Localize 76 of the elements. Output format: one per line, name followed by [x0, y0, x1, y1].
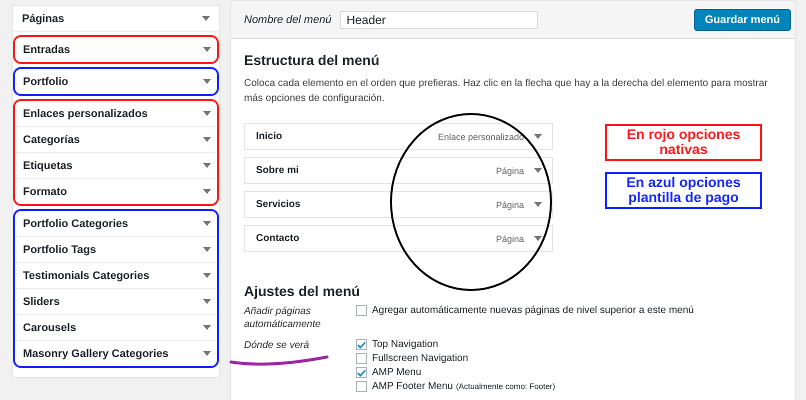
menu-item[interactable]: Contacto Página	[244, 225, 553, 252]
accordion-section[interactable]: Entradas	[15, 37, 217, 62]
setting-label: Añadir páginas automáticamente	[244, 305, 322, 331]
accordion-section[interactable]: Portfolio	[15, 69, 217, 94]
checkbox[interactable]	[356, 381, 367, 392]
section-label: Enlaces personalizados	[23, 108, 149, 120]
caret-icon	[203, 189, 211, 194]
option-label: Fullscreen Navigation	[372, 353, 468, 364]
option-label: Agregar automáticamente nuevas páginas de nivel superior a este menú	[372, 305, 694, 316]
menu-item-type: Enlace personalizado	[438, 132, 524, 142]
menu-item-title: Servicios	[256, 199, 302, 210]
section-label: Carousels	[23, 322, 78, 334]
checkbox[interactable]	[356, 305, 367, 316]
caret-icon[interactable]	[534, 236, 542, 241]
save-menu-button[interactable]: Guardar menú	[694, 8, 791, 30]
section-label: Etiquetas	[23, 160, 74, 172]
caret-icon	[203, 351, 211, 356]
menu-item[interactable]: Servicios Página	[244, 191, 553, 218]
accordion-section[interactable]: Portfolio Tags	[15, 237, 217, 263]
caret-icon	[203, 163, 211, 168]
menu-name-label: Nombre del menú	[244, 14, 332, 26]
caret-icon	[203, 47, 211, 52]
accordion-section[interactable]: Formato	[15, 179, 217, 204]
accordion-section[interactable]: Páginas	[13, 6, 219, 32]
caret-icon[interactable]	[534, 202, 542, 207]
caret-icon	[203, 325, 211, 330]
annotation-label: En rojo opciones nativas	[605, 124, 762, 161]
caret-icon	[203, 221, 211, 226]
section-label: Testimonials Categories	[23, 270, 150, 282]
annotation-label: En azul opciones plantilla de pago	[605, 172, 762, 209]
menu-item-type: Página	[496, 234, 524, 244]
accordion-section[interactable]: Portfolio Categories	[15, 211, 217, 237]
caret-icon	[203, 137, 211, 142]
checkbox[interactable]	[356, 353, 367, 364]
section-label: Portfolio Categories	[23, 218, 130, 230]
accordion-section[interactable]: Masonry Gallery Categories	[15, 341, 217, 366]
option-note: (Actualmente como: Footer)	[456, 382, 556, 391]
menu-item-type: Página	[496, 166, 524, 176]
section-description: Coloca cada elemento en el orden que prefieras. Haz clic en la flecha que hay a la derecha del elemento para mostrar más opciones de configuración.	[244, 77, 769, 106]
section-label: Portfolio	[23, 76, 70, 88]
caret-icon[interactable]	[534, 168, 542, 173]
setting-label: Dónde se verá	[244, 339, 310, 352]
caret-icon[interactable]	[534, 134, 542, 139]
menu-item-title: Contacto	[256, 233, 300, 244]
caret-icon	[203, 299, 211, 304]
accordion-section[interactable]: Carousels	[15, 315, 217, 341]
menu-name-field[interactable]: Header	[340, 10, 538, 28]
section-label: Categorías	[23, 134, 81, 146]
caret-icon	[203, 111, 211, 116]
caret-icon	[203, 79, 211, 84]
checkbox[interactable]	[356, 339, 367, 350]
caret-icon	[203, 247, 211, 252]
option-label: AMP Footer Menu	[372, 381, 453, 392]
accordion-section[interactable]: Etiquetas	[15, 153, 217, 179]
section-title: Ajustes del menú	[244, 283, 361, 299]
accordion-section[interactable]: Enlaces personalizados	[15, 101, 217, 127]
accordion-section[interactable]: Categorías	[15, 127, 217, 153]
accordion-section[interactable]: Sliders	[15, 289, 217, 315]
caret-icon	[203, 273, 211, 278]
menu-item-title: Inicio	[256, 131, 284, 142]
option-label: AMP Menu	[372, 367, 422, 378]
section-label: Entradas	[23, 44, 72, 56]
section-label: Masonry Gallery Categories	[23, 348, 170, 360]
section-label: Sliders	[23, 296, 61, 308]
checkbox[interactable]	[356, 367, 367, 378]
section-label: Formato	[23, 186, 68, 198]
menu-item[interactable]: Inicio Enlace personalizado	[244, 123, 553, 150]
section-title: Estructura del menú	[244, 52, 380, 68]
accordion-section[interactable]: Testimonials Categories	[15, 263, 217, 289]
option-label: Top Navigation	[372, 339, 438, 350]
section-label: Páginas	[22, 12, 66, 24]
caret-icon	[202, 16, 210, 21]
menu-item-type: Página	[496, 200, 524, 210]
section-label: Portfolio Tags	[23, 244, 98, 256]
menu-item-title: Sobre mi	[256, 165, 300, 176]
menu-item[interactable]: Sobre mi Página	[244, 157, 553, 184]
